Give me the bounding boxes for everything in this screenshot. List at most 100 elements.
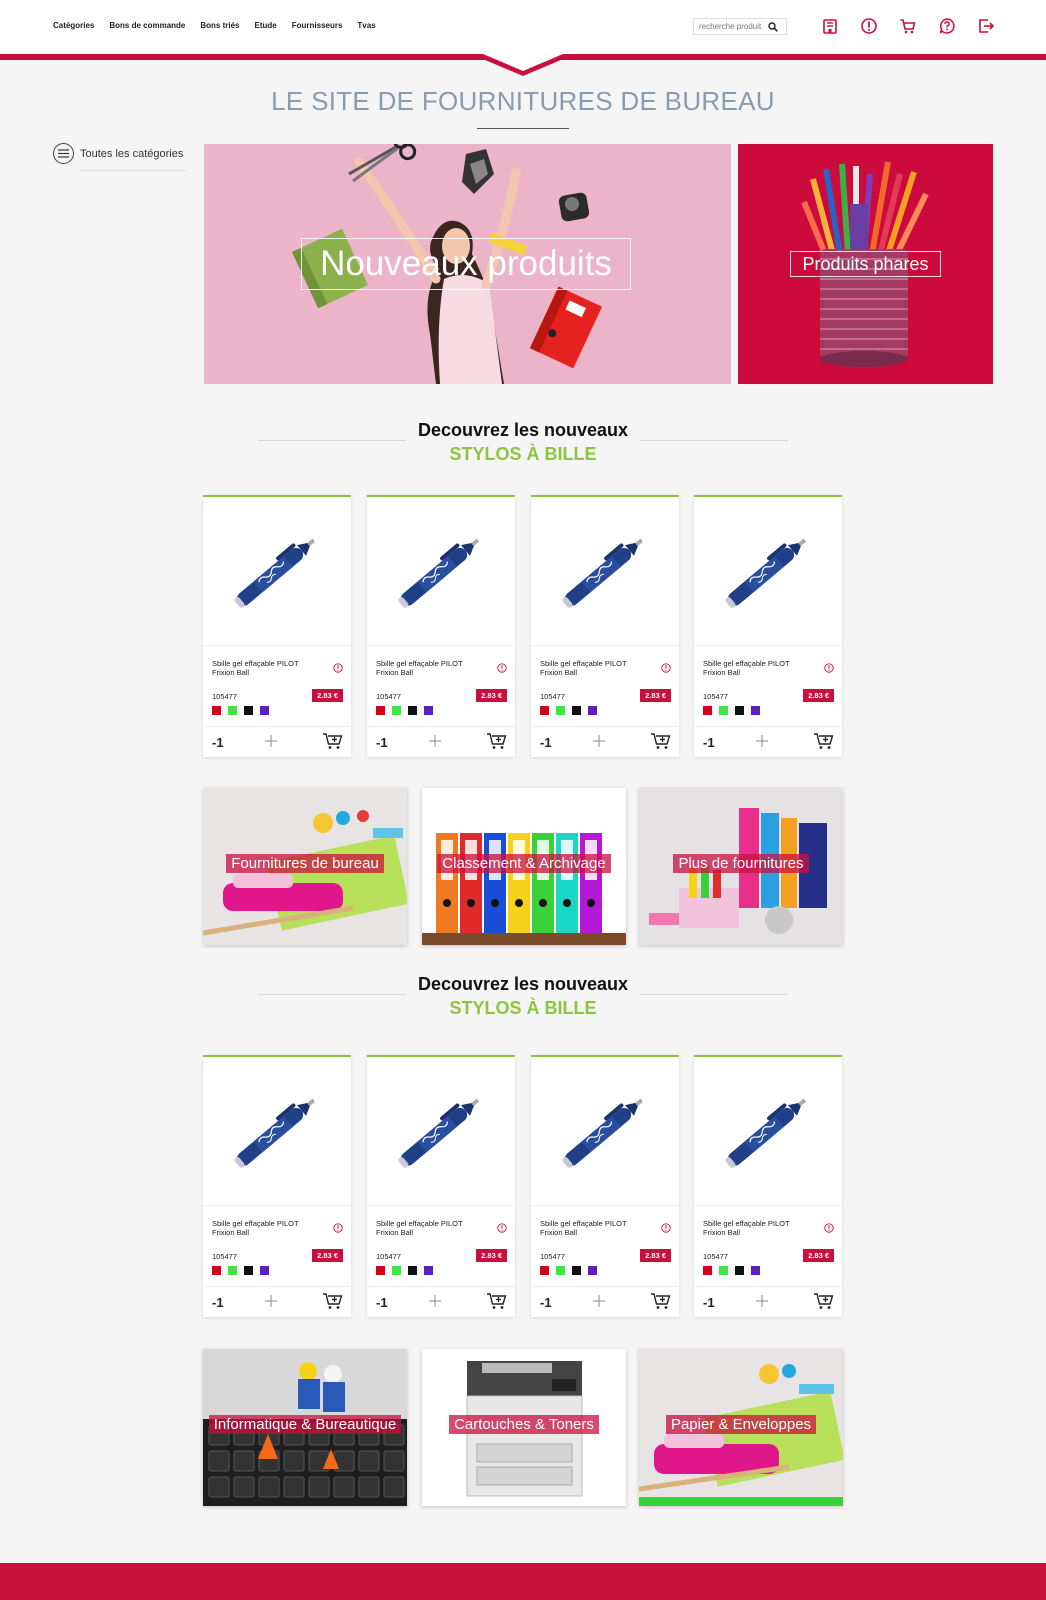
add-to-cart-icon[interactable] bbox=[322, 732, 344, 750]
product-image[interactable] bbox=[367, 497, 515, 645]
cart-icon[interactable] bbox=[898, 16, 918, 36]
quantity-value[interactable]: -1 bbox=[540, 735, 552, 750]
color-swatch[interactable] bbox=[408, 1266, 417, 1275]
quantity-value[interactable]: -1 bbox=[376, 735, 388, 750]
category-tile[interactable]: Classement & Archivage bbox=[422, 788, 626, 945]
color-swatch[interactable] bbox=[572, 706, 581, 715]
product-image[interactable] bbox=[694, 497, 842, 645]
color-swatch[interactable] bbox=[751, 706, 760, 715]
add-to-cart-icon[interactable] bbox=[813, 1292, 835, 1310]
quantity-value[interactable]: -1 bbox=[703, 735, 715, 750]
search-input[interactable] bbox=[694, 22, 766, 31]
nav-item-categories[interactable]: Catégories bbox=[53, 21, 94, 30]
banner-featured-products[interactable]: Produits phares bbox=[738, 144, 993, 384]
category-tile[interactable]: Plus de fournitures bbox=[639, 788, 843, 945]
logout-icon[interactable] bbox=[976, 16, 996, 36]
color-swatch[interactable] bbox=[244, 706, 253, 715]
plus-icon[interactable] bbox=[591, 733, 607, 749]
plus-icon[interactable] bbox=[263, 733, 279, 749]
product-name[interactable]: Sbille gel effaçable PILOT Frixion Ball bbox=[540, 1219, 645, 1237]
info-icon[interactable] bbox=[661, 660, 671, 673]
color-swatch[interactable] bbox=[260, 1266, 269, 1275]
color-swatch[interactable] bbox=[424, 706, 433, 715]
color-swatch[interactable] bbox=[540, 706, 549, 715]
product-name[interactable]: Sbille gel effaçable PILOT Frixion Ball bbox=[703, 1219, 808, 1237]
banner-new-products[interactable]: Nouveaux produits bbox=[204, 144, 731, 384]
color-swatch[interactable] bbox=[244, 1266, 253, 1275]
category-tile[interactable]: Fournitures de bureau bbox=[203, 788, 407, 945]
color-swatch[interactable] bbox=[424, 1266, 433, 1275]
info-icon[interactable] bbox=[661, 1220, 671, 1233]
info-icon[interactable] bbox=[333, 1220, 343, 1233]
color-swatch[interactable] bbox=[228, 1266, 237, 1275]
product-image[interactable] bbox=[694, 1057, 842, 1205]
color-swatch[interactable] bbox=[751, 1266, 760, 1275]
plus-icon[interactable] bbox=[427, 733, 443, 749]
product-image[interactable] bbox=[531, 1057, 679, 1205]
color-swatch[interactable] bbox=[588, 1266, 597, 1275]
color-swatch[interactable] bbox=[735, 706, 744, 715]
help-icon[interactable] bbox=[937, 16, 957, 36]
category-tile[interactable]: Papier & Enveloppes bbox=[639, 1349, 843, 1506]
all-categories-button[interactable]: Toutes les catégories bbox=[53, 143, 183, 164]
product-name[interactable]: Sbille gel effaçable PILOT Frixion Ball bbox=[212, 659, 317, 677]
color-swatch[interactable] bbox=[212, 706, 221, 715]
color-swatch[interactable] bbox=[719, 706, 728, 715]
color-swatch[interactable] bbox=[260, 706, 269, 715]
nav-item-fournisseurs[interactable]: Fournisseurs bbox=[292, 21, 343, 30]
color-swatch[interactable] bbox=[228, 706, 237, 715]
color-swatch[interactable] bbox=[408, 706, 417, 715]
color-swatch[interactable] bbox=[376, 1266, 385, 1275]
color-swatch[interactable] bbox=[735, 1266, 744, 1275]
info-icon[interactable] bbox=[824, 660, 834, 673]
quantity-value[interactable]: -1 bbox=[212, 735, 224, 750]
nav-item-tvas[interactable]: Tvas bbox=[357, 21, 375, 30]
plus-icon[interactable] bbox=[427, 1293, 443, 1309]
product-image[interactable] bbox=[367, 1057, 515, 1205]
color-swatch[interactable] bbox=[556, 706, 565, 715]
color-swatch[interactable] bbox=[392, 706, 401, 715]
search-icon[interactable] bbox=[766, 20, 780, 34]
color-swatch[interactable] bbox=[540, 1266, 549, 1275]
product-image[interactable] bbox=[203, 497, 351, 645]
plus-icon[interactable] bbox=[263, 1293, 279, 1309]
plus-icon[interactable] bbox=[591, 1293, 607, 1309]
color-swatch[interactable] bbox=[392, 1266, 401, 1275]
color-swatch[interactable] bbox=[212, 1266, 221, 1275]
color-swatch[interactable] bbox=[588, 706, 597, 715]
color-swatch[interactable] bbox=[703, 1266, 712, 1275]
color-swatch[interactable] bbox=[376, 706, 385, 715]
product-name[interactable]: Sbille gel effaçable PILOT Frixion Ball bbox=[376, 659, 481, 677]
info-icon[interactable] bbox=[824, 1220, 834, 1233]
product-image[interactable] bbox=[203, 1057, 351, 1205]
quantity-value[interactable]: -1 bbox=[703, 1295, 715, 1310]
color-swatch[interactable] bbox=[556, 1266, 565, 1275]
nav-item-bons-tries[interactable]: Bons triés bbox=[200, 21, 239, 30]
product-name[interactable]: Sbille gel effaçable PILOT Frixion Ball bbox=[703, 659, 808, 677]
add-to-cart-icon[interactable] bbox=[813, 732, 835, 750]
plus-icon[interactable] bbox=[754, 1293, 770, 1309]
quantity-value[interactable]: -1 bbox=[212, 1295, 224, 1310]
color-swatch[interactable] bbox=[572, 1266, 581, 1275]
alert-icon[interactable] bbox=[859, 16, 879, 36]
plus-icon[interactable] bbox=[754, 733, 770, 749]
add-to-cart-icon[interactable] bbox=[650, 1292, 672, 1310]
product-image[interactable] bbox=[531, 497, 679, 645]
category-tile[interactable]: Informatique & Bureautique bbox=[203, 1349, 407, 1506]
quantity-value[interactable]: -1 bbox=[376, 1295, 388, 1310]
product-name[interactable]: Sbille gel effaçable PILOT Frixion Ball bbox=[540, 659, 645, 677]
add-to-cart-icon[interactable] bbox=[486, 732, 508, 750]
add-to-cart-icon[interactable] bbox=[322, 1292, 344, 1310]
quantity-value[interactable]: -1 bbox=[540, 1295, 552, 1310]
category-tile[interactable]: Cartouches & Toners bbox=[422, 1349, 626, 1506]
info-icon[interactable] bbox=[333, 660, 343, 673]
building-icon[interactable] bbox=[820, 16, 840, 36]
add-to-cart-icon[interactable] bbox=[650, 732, 672, 750]
product-name[interactable]: Sbille gel effaçable PILOT Frixion Ball bbox=[376, 1219, 481, 1237]
info-icon[interactable] bbox=[497, 660, 507, 673]
add-to-cart-icon[interactable] bbox=[486, 1292, 508, 1310]
color-swatch[interactable] bbox=[703, 706, 712, 715]
nav-item-bons-de-commande[interactable]: Bons de commande bbox=[109, 21, 185, 30]
color-swatch[interactable] bbox=[719, 1266, 728, 1275]
product-name[interactable]: Sbille gel effaçable PILOT Frixion Ball bbox=[212, 1219, 317, 1237]
